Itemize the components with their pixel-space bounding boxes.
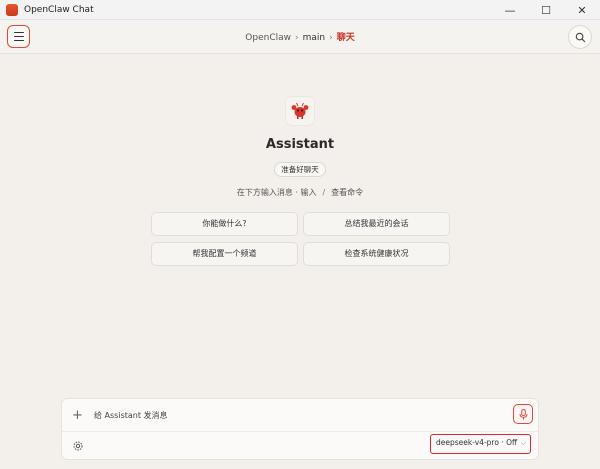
- title-bar: OpenClaw Chat — ☐ ✕: [0, 0, 600, 20]
- app-logo-icon: [6, 3, 18, 16]
- assistant-name: Assistant: [265, 137, 335, 152]
- window-controls: — ☐ ✕: [492, 0, 600, 20]
- top-header: OpenClaw › main › 聊天: [0, 20, 600, 54]
- hint-text-commands: 查看命令: [331, 188, 364, 197]
- suggestion-summarize-sessions[interactable]: 总结我最近的会话: [303, 212, 450, 236]
- model-select-value: deepseek-v4-pro · Off: [436, 438, 518, 447]
- breadcrumb-item-openclaw[interactable]: OpenClaw: [245, 33, 291, 43]
- chevron-down-icon: ⌵: [520, 439, 526, 447]
- breadcrumb: OpenClaw › main › 聊天: [0, 30, 600, 43]
- plus-icon[interactable]: +: [72, 408, 83, 423]
- search-icon[interactable]: [568, 25, 592, 49]
- close-button[interactable]: ✕: [564, 0, 600, 20]
- input-hint: 在下方输入消息 · 输入 / 查看命令: [0, 187, 600, 198]
- breadcrumb-separator: ›: [329, 33, 333, 43]
- maximize-button[interactable]: ☐: [528, 0, 564, 20]
- assistant-avatar: [285, 96, 315, 126]
- suggestion-configure-channel[interactable]: 帮我配置一个频道: [151, 242, 298, 266]
- microphone-icon[interactable]: [513, 404, 533, 424]
- message-input[interactable]: [94, 408, 474, 422]
- message-composer: + deepseek-v4-pro · Off ⌵: [61, 398, 539, 460]
- lobster-icon: [291, 102, 309, 119]
- hint-slash: /: [322, 188, 326, 197]
- model-select[interactable]: deepseek-v4-pro · Off ⌵: [430, 434, 531, 454]
- suggestion-what-can-you-do[interactable]: 你能做什么?: [151, 212, 298, 236]
- suggestion-check-health[interactable]: 检查系统健康状况: [303, 242, 450, 266]
- minimize-button[interactable]: —: [492, 0, 528, 20]
- breadcrumb-separator: ›: [294, 33, 299, 43]
- composer-divider: [62, 431, 538, 432]
- hint-text: 在下方输入消息 · 输入: [236, 188, 317, 197]
- gear-icon[interactable]: [72, 437, 84, 451]
- window-title: OpenClaw Chat: [24, 4, 94, 15]
- breadcrumb-item-chat: 聊天: [336, 33, 355, 43]
- status-badge: 准备好聊天: [274, 162, 326, 177]
- breadcrumb-item-main[interactable]: main: [303, 33, 326, 43]
